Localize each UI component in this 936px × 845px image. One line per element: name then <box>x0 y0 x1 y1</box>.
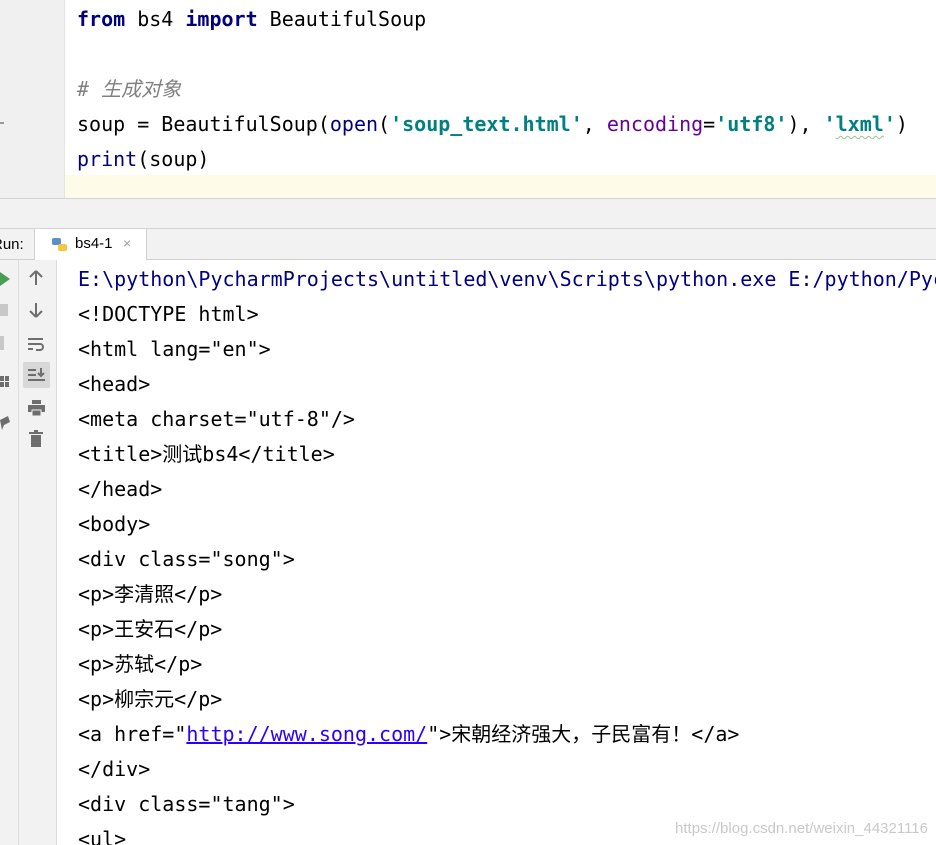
tab-label: bs4-1 <box>75 235 113 252</box>
string-filename: 'soup_text.html' <box>390 112 583 136</box>
builtin-print: print <box>77 147 138 171</box>
assign-expr: soup = BeautifulSoup( <box>77 112 330 136</box>
console-line: <ul> <box>78 827 127 845</box>
console-line: <title>测试bs4</title> <box>78 442 335 466</box>
console-line: <p>柳宗元</p> <box>78 687 223 711</box>
run-label: Run: <box>0 236 24 253</box>
close-paren: ), <box>787 112 824 136</box>
print-icon[interactable] <box>28 400 45 416</box>
down-arrow-icon[interactable] <box>28 302 44 318</box>
current-line-highlight <box>0 175 936 198</box>
pause-icon[interactable] <box>0 336 5 350</box>
anchor-suffix: ">宋朝经济强大，子民富有！</a> <box>427 722 740 746</box>
param-encoding: encoding <box>606 112 704 136</box>
end-paren: ) <box>895 112 908 136</box>
quote-close: ' <box>883 112 896 136</box>
equals: = <box>703 112 716 136</box>
code-line-1[interactable]: from bs4 import BeautifulSoup <box>77 4 426 34</box>
console-line: <meta charset="utf-8"/> <box>78 407 355 431</box>
keyword-from: from <box>77 7 126 31</box>
module-name: bs4 <box>125 7 186 31</box>
console-anchor-line: <a href="http://www.song.com/">宋朝经济强大，子民… <box>78 717 739 752</box>
panel-splitter[interactable] <box>0 198 936 229</box>
trash-icon[interactable] <box>29 430 43 447</box>
scroll-to-end-icon <box>28 368 45 381</box>
console-line: E:\python\PycharmProjects\untitled\venv\… <box>78 267 936 291</box>
code-line-3[interactable]: soup = BeautifulSoup(open('soup_text.htm… <box>77 109 908 139</box>
console-line: <!DOCTYPE html> <box>78 302 259 326</box>
anchor-prefix: <a href=" <box>78 722 187 746</box>
console-line: </head> <box>78 477 163 501</box>
soft-wrap-icon[interactable] <box>27 336 45 352</box>
console-output[interactable]: E:\python\PycharmProjects\untitled\venv\… <box>57 260 936 845</box>
gutter-fold-marker <box>0 122 4 124</box>
keyword-import: import <box>185 7 258 31</box>
scroll-to-end-toggle[interactable] <box>23 362 50 388</box>
code-comment[interactable]: # 生成对象 <box>77 74 181 104</box>
console-line: </div> <box>78 757 151 781</box>
code-line-4[interactable]: print(soup) <box>77 144 209 174</box>
console-line: <p>苏轼</p> <box>78 652 203 676</box>
paren: ( <box>378 112 391 136</box>
stop-icon[interactable] <box>0 304 8 316</box>
import-name: BeautifulSoup <box>257 7 427 31</box>
builtin-open: open <box>329 112 379 136</box>
quote-open: ' <box>823 112 836 136</box>
console-line: <p>王安石</p> <box>78 617 223 641</box>
run-tool-window-header: Run: bs4-1 × <box>0 228 936 260</box>
string-lxml: lxml <box>835 112 884 136</box>
python-icon <box>52 238 67 251</box>
console-line: <head> <box>78 372 151 396</box>
run-actions-bar <box>0 260 19 845</box>
console-line: <body> <box>78 512 151 536</box>
tab-bs4-1[interactable]: bs4-1 × <box>34 229 147 260</box>
comma: , <box>582 112 607 136</box>
rerun-icon[interactable] <box>0 272 10 286</box>
console-actions-bar <box>19 260 57 845</box>
pin-icon[interactable] <box>0 416 10 430</box>
watermark: https://blog.csdn.net/weixin_44321116 <box>675 820 928 837</box>
console-line: <html lang="en"> <box>78 337 271 361</box>
console-link[interactable]: http://www.song.com/ <box>186 722 427 746</box>
console-line: <div class="song"> <box>78 547 295 571</box>
editor-gutter <box>0 0 65 198</box>
up-arrow-icon[interactable] <box>28 270 44 286</box>
console-line: <p>李清照</p> <box>78 582 223 606</box>
string-utf8: 'utf8' <box>715 112 788 136</box>
code-editor[interactable]: from bs4 import BeautifulSoup # 生成对象 sou… <box>0 0 936 198</box>
print-args: (soup) <box>137 147 210 171</box>
layout-icon[interactable] <box>0 376 10 388</box>
close-icon[interactable]: × <box>123 235 131 251</box>
console-line: <div class="tang"> <box>78 792 295 816</box>
